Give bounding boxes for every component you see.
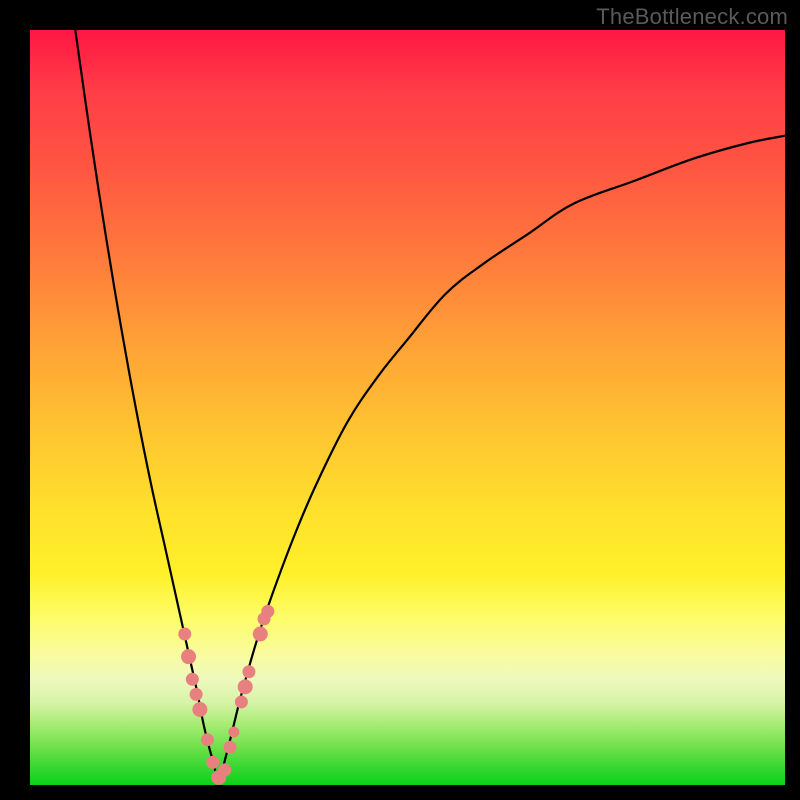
marker-point — [224, 741, 236, 753]
plot-area — [30, 30, 785, 785]
marker-point — [229, 727, 239, 737]
marker-point — [262, 605, 274, 617]
marker-point — [243, 666, 255, 678]
marker-point — [253, 627, 267, 641]
curve-path — [75, 30, 785, 777]
marker-point — [186, 673, 198, 685]
marker-point — [179, 628, 191, 640]
watermark-text: TheBottleneck.com — [596, 4, 788, 30]
marker-point — [235, 696, 247, 708]
bottleneck-curve — [75, 30, 785, 777]
chart-container: TheBottleneck.com — [0, 0, 800, 800]
marker-point — [238, 680, 252, 694]
marker-point — [190, 688, 202, 700]
marker-point — [207, 756, 219, 768]
marker-point — [201, 734, 213, 746]
marker-point — [182, 650, 196, 664]
marker-point — [219, 764, 231, 776]
chart-svg — [30, 30, 785, 785]
marker-point — [193, 703, 207, 717]
